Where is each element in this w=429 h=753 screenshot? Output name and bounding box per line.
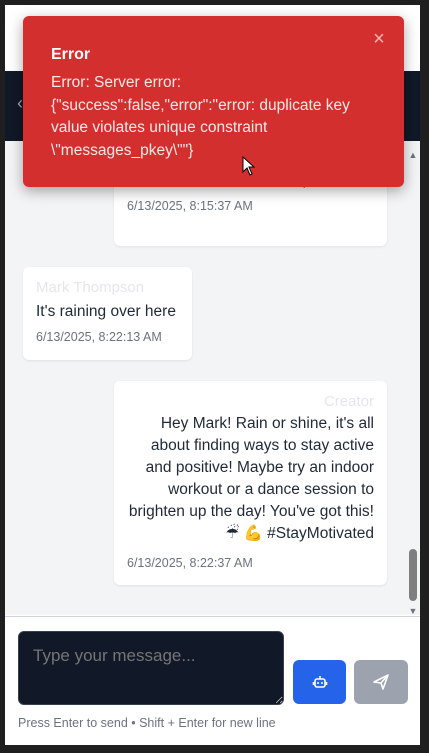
- message-bubble: Mark Thompson It's raining over here 6/1…: [23, 267, 192, 360]
- scroll-thumb[interactable]: [409, 549, 417, 601]
- message-timestamp: 6/13/2025, 8:22:37 AM: [127, 556, 253, 570]
- ai-assist-button[interactable]: [293, 660, 346, 704]
- message-bubble: Creator Hey Mark! Rain or shine, it's al…: [114, 381, 387, 585]
- message-scrollbar[interactable]: ▲ ▼: [406, 141, 420, 616]
- message-input[interactable]: [18, 631, 284, 705]
- send-button[interactable]: [354, 660, 408, 704]
- message-timestamp: 6/13/2025, 8:22:13 AM: [36, 330, 162, 344]
- robot-icon: [312, 676, 327, 688]
- mouse-cursor-icon: [242, 156, 256, 176]
- close-icon[interactable]: ×: [370, 29, 388, 49]
- message-timestamp: 6/13/2025, 8:15:37 AM: [127, 199, 253, 213]
- send-icon: [373, 674, 389, 690]
- message-list: #KeepItPositive 6/13/2025, 8:15:37 AM Ma…: [5, 141, 406, 615]
- toast-message: Error: Server error: {"success":false,"e…: [51, 74, 350, 159]
- message-sender: Mark Thompson: [36, 279, 145, 296]
- composer-hint: Press Enter to send • Shift + Enter for …: [18, 716, 276, 730]
- scroll-up-arrow-icon[interactable]: ▲: [408, 150, 418, 160]
- scroll-down-arrow-icon[interactable]: ▼: [408, 606, 418, 616]
- toast-title: Error: [51, 46, 91, 63]
- message-text: It's raining over here: [36, 303, 176, 320]
- composer: Press Enter to send • Shift + Enter for …: [5, 616, 420, 745]
- message-text: Hey Mark! Rain or shine, it's all about …: [128, 415, 374, 542]
- error-toast: Error Error: Server error: {"success":fa…: [23, 16, 404, 187]
- message-sender: Creator: [323, 393, 374, 410]
